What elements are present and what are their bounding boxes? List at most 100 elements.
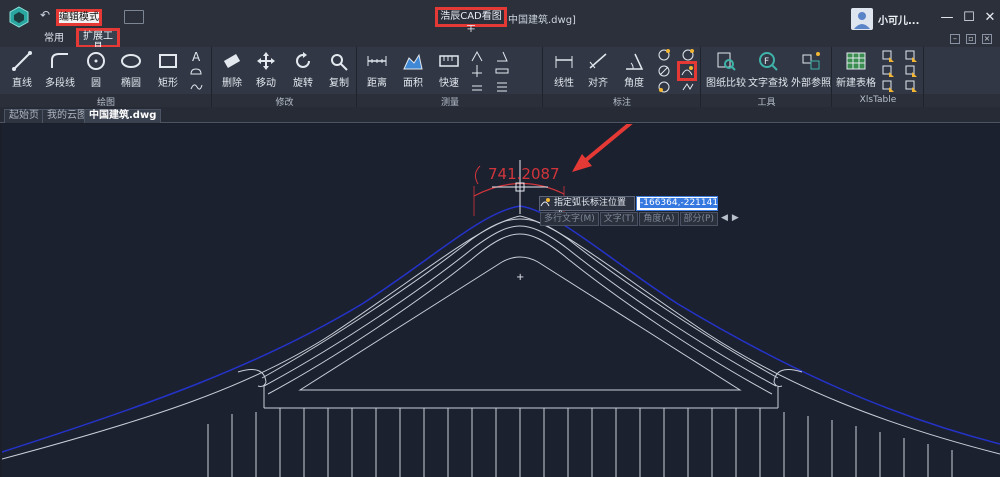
edit-mode-button[interactable]: 编辑模式 [56,9,102,26]
aligned-dim-button[interactable]: 对齐 [584,50,612,90]
drawing-canvas[interactable]: + 741.2087 指定弧长标注位置或 -166364,-221141 多行文… [2,124,1000,477]
arc-dimension-value: 741.2087 [488,165,560,183]
line-button[interactable]: 直线 [6,50,38,90]
ellipse-label: 椭圆 [121,78,141,89]
table-update-icon[interactable] [904,64,918,78]
xref-button[interactable]: 外部参照 [791,50,831,90]
column-lines [207,408,953,477]
tab-common[interactable]: 常用 [44,32,64,47]
aligned-dim-label: 对齐 [588,78,608,89]
command-prompt: 指定弧长标注位置或 [539,196,635,221]
undo-icon[interactable]: ↶ [38,8,52,22]
doc-tab-start[interactable]: 起始页 [4,109,44,123]
linear-dim-button[interactable]: 线性 [550,50,578,90]
diameter-dim-icon[interactable] [657,64,671,78]
distance-button[interactable]: 距离 [363,50,391,90]
ordinate-dim-icon[interactable] [681,48,695,62]
user-icon [854,12,870,29]
measure-sum-icon[interactable] [470,79,484,93]
measure-arc-icon[interactable] [470,49,484,63]
jog-dim-icon[interactable] [681,80,695,94]
table-link-icon[interactable] [904,49,918,63]
roof-line-2 [261,218,779,379]
cloud-icon[interactable] [189,64,203,78]
copy-icon [331,54,348,71]
quick-measure-icon [439,55,459,67]
line-icon [12,51,32,71]
arc-dim-small-icon[interactable] [657,80,671,94]
table-edit-icon[interactable] [881,49,895,63]
new-table-label: 新建表格 [836,78,876,89]
group-label-xlstable: XlsTable [859,95,897,105]
annotation-arrows [572,124,633,172]
drawing-compare-button[interactable]: 图纸比较 [706,50,746,90]
text-search-button[interactable]: F 文字查找 [748,50,788,90]
roof-line-3 [263,225,777,387]
option-angle[interactable]: 角度(A) [639,212,679,226]
polyline-label: 多段线 [45,78,75,89]
text-search-icon: F [759,52,778,71]
delete-button[interactable]: 删除 [218,50,246,90]
circle-button[interactable]: 圆 [82,50,110,90]
roof-line-1 [2,215,1000,460]
option-prev-icon[interactable]: ◀ [719,212,730,226]
line-label: 直线 [12,78,32,89]
close-icon[interactable]: ✕ [983,11,997,26]
table-icon [846,52,866,70]
rotate-icon [296,52,310,68]
rotate-button[interactable]: 旋转 [289,50,317,90]
measure-ruler-icon[interactable] [495,64,509,78]
option-next-icon[interactable]: ▶ [730,212,741,226]
ribbon-restore-icon[interactable]: ▫ [966,34,976,44]
measure-list-icon[interactable] [495,79,509,93]
quick-measure-button[interactable]: 快速 [435,50,463,90]
svg-text:F: F [764,57,769,67]
app-logo-icon[interactable] [8,6,30,28]
title-bar: ↶ 编辑模式 浩辰CAD看图王 中国建筑.dwg] 小可儿... — ☐ ✕ [0,0,1000,36]
minimize-icon[interactable]: — [940,11,954,26]
rectangle-button[interactable]: 矩形 [154,50,182,90]
ellipse-button[interactable]: 椭圆 [116,50,146,90]
ribbon-minimize-icon[interactable]: – [950,34,960,44]
doc-tab-drawing[interactable]: 中国建筑.dwg [84,109,162,123]
quick-access-button[interactable] [124,10,144,24]
table-export-icon[interactable] [881,79,895,93]
xref-icon [802,52,820,70]
avatar[interactable] [851,8,873,30]
measure-coord-icon[interactable] [470,64,484,78]
rectangle-icon [159,54,177,68]
move-label: 移动 [256,78,276,89]
new-table-button[interactable]: 新建表格 [836,50,876,90]
measure-angle-icon[interactable] [495,49,509,63]
table-import-icon[interactable] [881,64,895,78]
ribbon-close-icon[interactable]: × [982,34,992,44]
radius-dim-icon[interactable] [657,48,671,62]
option-text[interactable]: 文字(T) [599,212,639,226]
copy-button[interactable]: 复制 [325,50,353,90]
area-button[interactable]: 面积 [399,50,427,90]
table-settings-icon[interactable] [904,79,918,93]
circle-label: 圆 [91,78,101,89]
angle-dim-button[interactable]: 角度 [620,50,648,90]
option-partial[interactable]: 部分(P) [679,212,718,226]
option-mtext[interactable]: 多行文字(M) [540,212,599,226]
sketch-icon[interactable] [189,79,203,93]
distance-icon [367,56,387,66]
text-icon[interactable]: A [189,49,203,63]
rectangle-label: 矩形 [158,78,178,89]
eraser-icon [223,54,241,68]
app-title: 浩辰CAD看图王 [435,7,507,36]
ellipse-icon [121,54,141,68]
tab-extension-tools[interactable]: 扩展工具 [76,28,120,53]
aligned-dim-icon [589,53,607,69]
file-title: 中国建筑.dwg] [508,15,576,26]
coordinate-input[interactable]: -166364,-221141 [636,196,719,211]
maximize-icon[interactable]: ☐ [962,11,976,26]
move-button[interactable]: 移动 [252,50,280,90]
user-name[interactable]: 小可儿... [878,12,919,27]
xref-label: 外部参照 [791,78,831,89]
arc-length-dim-icon[interactable] [680,64,694,78]
polyline-button[interactable]: 多段线 [42,50,78,90]
arc-dimension-red [473,182,565,197]
delete-label: 删除 [222,78,242,89]
